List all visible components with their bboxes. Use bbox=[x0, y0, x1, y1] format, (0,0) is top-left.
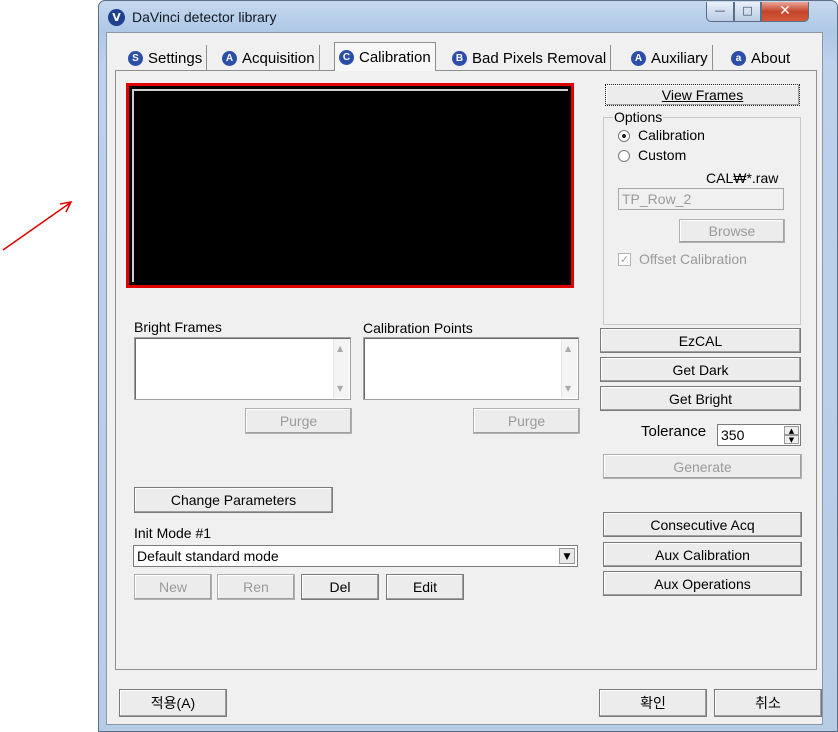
calibration-tab-icon: C bbox=[339, 49, 354, 65]
get-dark-button[interactable]: Get Dark bbox=[600, 357, 801, 382]
bright-frames-scrollbar[interactable]: ▲ ▼ bbox=[333, 339, 349, 398]
tab-calibration[interactable]: C Calibration bbox=[334, 42, 436, 71]
offset-calibration-checkbox[interactable]: ✓ bbox=[618, 253, 631, 266]
spin-down-icon[interactable]: ▼ bbox=[784, 435, 799, 444]
ok-button[interactable]: 확인 bbox=[599, 689, 707, 717]
purge-calibration-points-button[interactable]: Purge bbox=[473, 408, 580, 434]
get-bright-button[interactable]: Get Bright bbox=[600, 386, 801, 411]
options-group-label: Options bbox=[613, 109, 664, 125]
chevron-down-icon[interactable]: ▼ bbox=[559, 548, 575, 564]
close-button[interactable]: ✕ bbox=[761, 2, 809, 22]
offset-calibration-label: Offset Calibration bbox=[639, 251, 747, 267]
tab-label: Auxiliary bbox=[651, 49, 708, 67]
annotation-arrow bbox=[2, 200, 73, 251]
view-frames-label: View Frames bbox=[661, 87, 744, 103]
minimize-button[interactable]: — bbox=[706, 2, 734, 22]
consecutive-acq-button[interactable]: Consecutive Acq bbox=[603, 512, 802, 537]
bright-frames-list[interactable]: ▲ ▼ bbox=[134, 337, 351, 400]
tab-label: About bbox=[751, 49, 791, 67]
new-mode-button[interactable]: New bbox=[134, 574, 212, 600]
init-mode-value: Default standard mode bbox=[137, 548, 279, 564]
file-filter-label: CAL₩*.raw bbox=[706, 170, 779, 186]
tab-acquisition[interactable]: A Acquisition bbox=[218, 45, 320, 71]
cancel-button[interactable]: 취소 bbox=[714, 689, 822, 717]
bright-frames-label: Bright Frames bbox=[134, 319, 222, 335]
tab-label: Acquisition bbox=[242, 49, 315, 67]
browse-button[interactable]: Browse bbox=[679, 219, 785, 243]
edit-mode-button[interactable]: Edit bbox=[386, 574, 464, 600]
tab-about[interactable]: a About bbox=[727, 45, 794, 71]
calibration-file-field[interactable]: TP_Row_2 bbox=[618, 188, 784, 210]
app-icon: V bbox=[108, 9, 125, 26]
aux-calibration-button[interactable]: Aux Calibration bbox=[603, 542, 802, 567]
scroll-down-icon[interactable]: ▼ bbox=[565, 384, 571, 393]
acquisition-tab-icon: A bbox=[222, 50, 237, 66]
calibration-points-scrollbar[interactable]: ▲ ▼ bbox=[561, 339, 577, 398]
about-tab-icon: a bbox=[731, 50, 746, 66]
aux-operations-button[interactable]: Aux Operations bbox=[603, 571, 802, 596]
custom-radio-label: Custom bbox=[638, 147, 687, 163]
scroll-down-icon[interactable]: ▼ bbox=[337, 384, 343, 393]
tab-auxiliary[interactable]: A Auxiliary bbox=[627, 45, 713, 71]
ezcal-button[interactable]: EzCAL bbox=[600, 328, 801, 353]
scroll-up-icon[interactable]: ▲ bbox=[337, 344, 343, 353]
window-title: DaVinci detector library bbox=[132, 9, 277, 25]
generate-button[interactable]: Generate bbox=[603, 454, 802, 479]
init-mode-label: Init Mode #1 bbox=[134, 525, 212, 541]
tab-label: Bad Pixels Removal bbox=[472, 49, 607, 67]
calibration-radio[interactable] bbox=[618, 130, 630, 142]
rename-mode-button[interactable]: Ren bbox=[217, 574, 295, 600]
scroll-up-icon[interactable]: ▲ bbox=[565, 344, 571, 353]
delete-mode-button[interactable]: Del bbox=[301, 574, 379, 600]
image-preview-canvas bbox=[132, 89, 568, 282]
spin-up-icon[interactable]: ▲ bbox=[784, 426, 799, 435]
tab-settings[interactable]: S Settings bbox=[124, 45, 208, 71]
calibration-points-list[interactable]: ▲ ▼ bbox=[363, 337, 579, 400]
init-mode-select[interactable]: Default standard mode ▼ bbox=[133, 545, 578, 567]
tab-label: Calibration bbox=[359, 48, 431, 66]
tolerance-value: 350 bbox=[721, 427, 745, 443]
tab-bad-pixels-removal[interactable]: B Bad Pixels Removal bbox=[448, 45, 612, 71]
calibration-radio-label: Calibration bbox=[638, 127, 705, 143]
maximize-button[interactable]: □ bbox=[734, 2, 761, 22]
settings-tab-icon: S bbox=[128, 50, 143, 66]
view-frames-button[interactable]: View Frames bbox=[605, 84, 800, 106]
auxiliary-tab-icon: A bbox=[631, 50, 646, 66]
apply-button[interactable]: 적용(A) bbox=[119, 689, 227, 717]
change-parameters-button[interactable]: Change Parameters bbox=[134, 487, 333, 513]
purge-bright-frames-button[interactable]: Purge bbox=[245, 408, 352, 434]
bad-pixels-tab-icon: B bbox=[452, 50, 467, 66]
custom-radio[interactable] bbox=[618, 150, 630, 162]
tolerance-label: Tolerance bbox=[641, 423, 707, 440]
tolerance-spinbox[interactable]: 350 ▲ ▼ bbox=[717, 424, 801, 446]
calibration-points-label: Calibration Points bbox=[363, 320, 473, 336]
tab-label: Settings bbox=[148, 49, 203, 67]
